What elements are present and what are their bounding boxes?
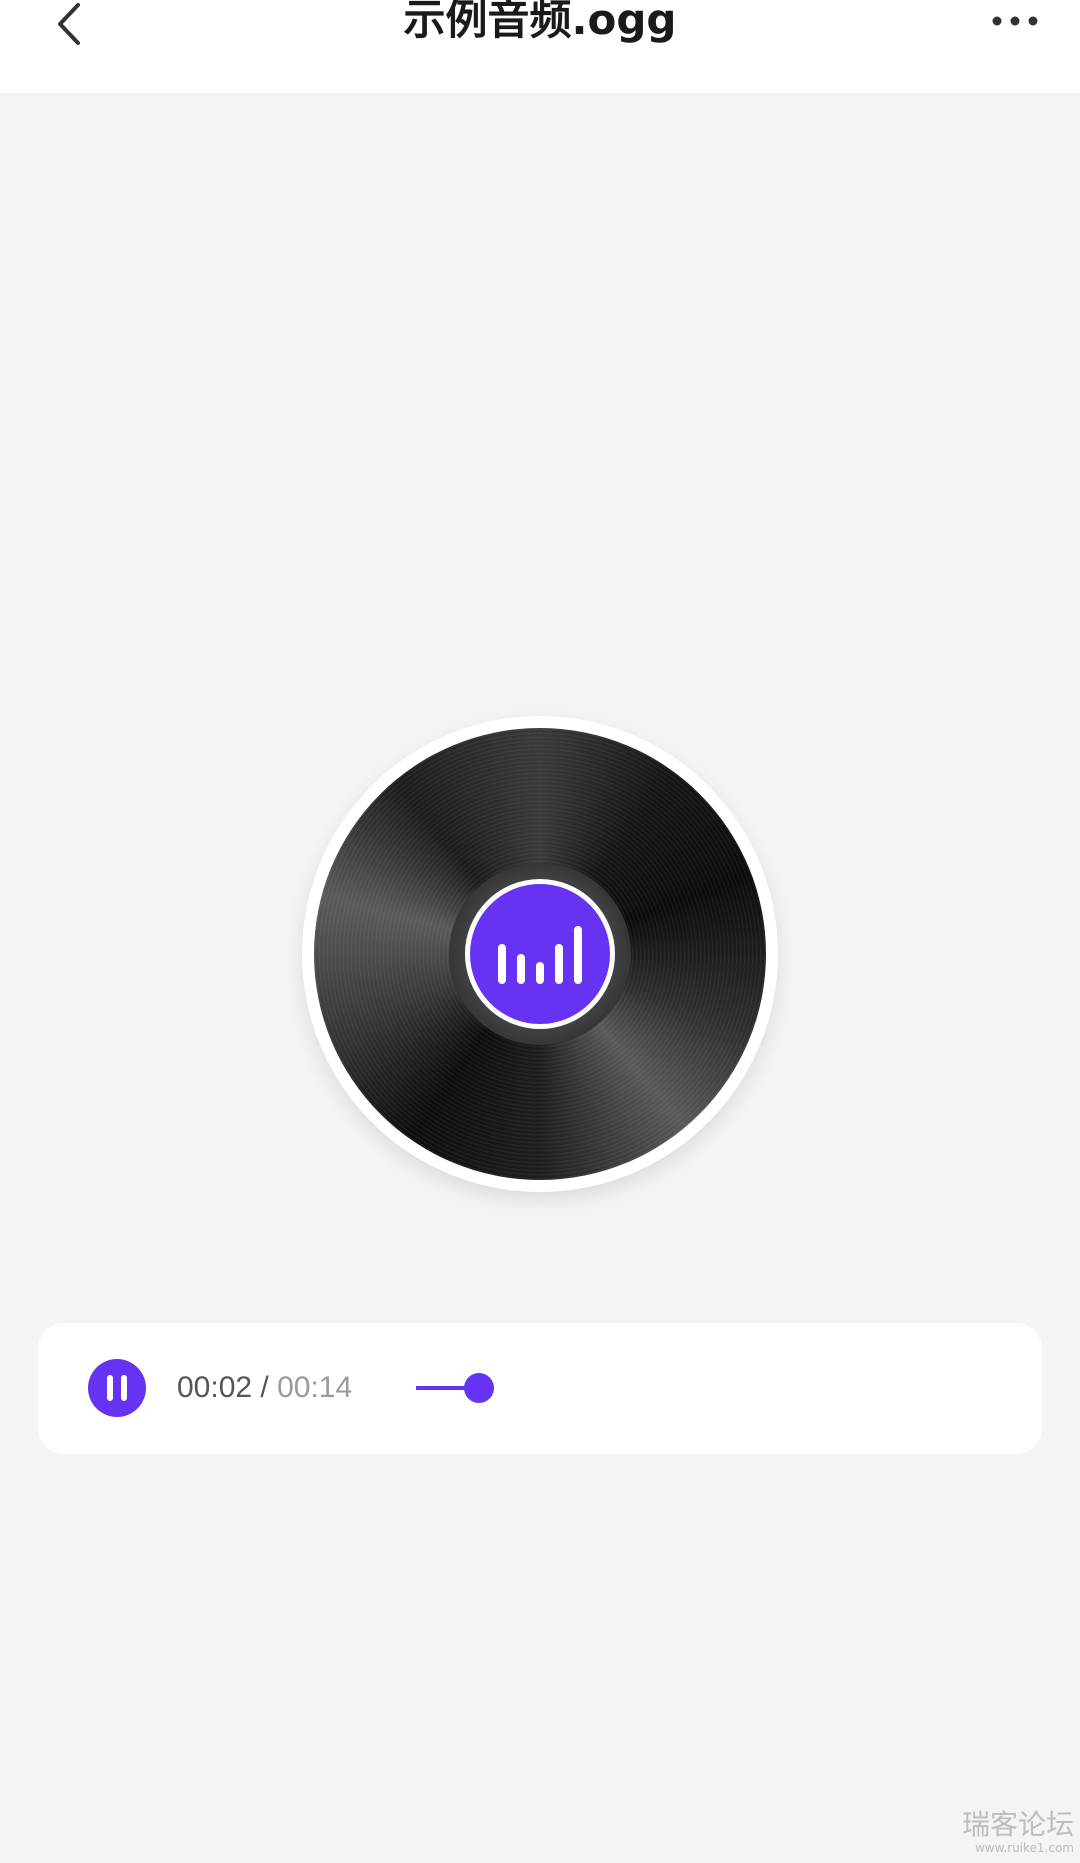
vinyl-record	[314, 728, 766, 1180]
time-display: 00:02 / 00:14	[177, 1367, 352, 1409]
audio-player-screen: 示例音频.ogg 00:02 / 00:14 瑞客论坛 www.ruike1.c…	[0, 0, 1080, 1863]
progress-thumb[interactable]	[464, 1373, 495, 1403]
record-label	[465, 879, 615, 1029]
page-title: 示例音频.ogg	[403, 0, 677, 44]
top-bar: 示例音频.ogg	[0, 0, 1080, 93]
time-separator: /	[252, 1371, 278, 1404]
playback-bar: 00:02 / 00:14	[38, 1323, 1042, 1454]
progress-slider[interactable]	[416, 1368, 516, 1408]
pause-button[interactable]	[88, 1359, 146, 1417]
album-artwork	[302, 716, 778, 1192]
more-options-button[interactable]	[984, 0, 1046, 42]
watermark-text: 瑞客论坛	[961, 1808, 1074, 1841]
audio-bars-icon	[498, 926, 582, 984]
total-time: 00:14	[277, 1371, 353, 1404]
watermark-url: www.ruike1.com	[974, 1841, 1074, 1855]
forum-watermark: 瑞客论坛 www.ruike1.com	[961, 1808, 1074, 1856]
pause-icon	[107, 1375, 127, 1401]
more-horizontal-icon	[992, 16, 1038, 26]
current-time: 00:02	[177, 1371, 253, 1404]
